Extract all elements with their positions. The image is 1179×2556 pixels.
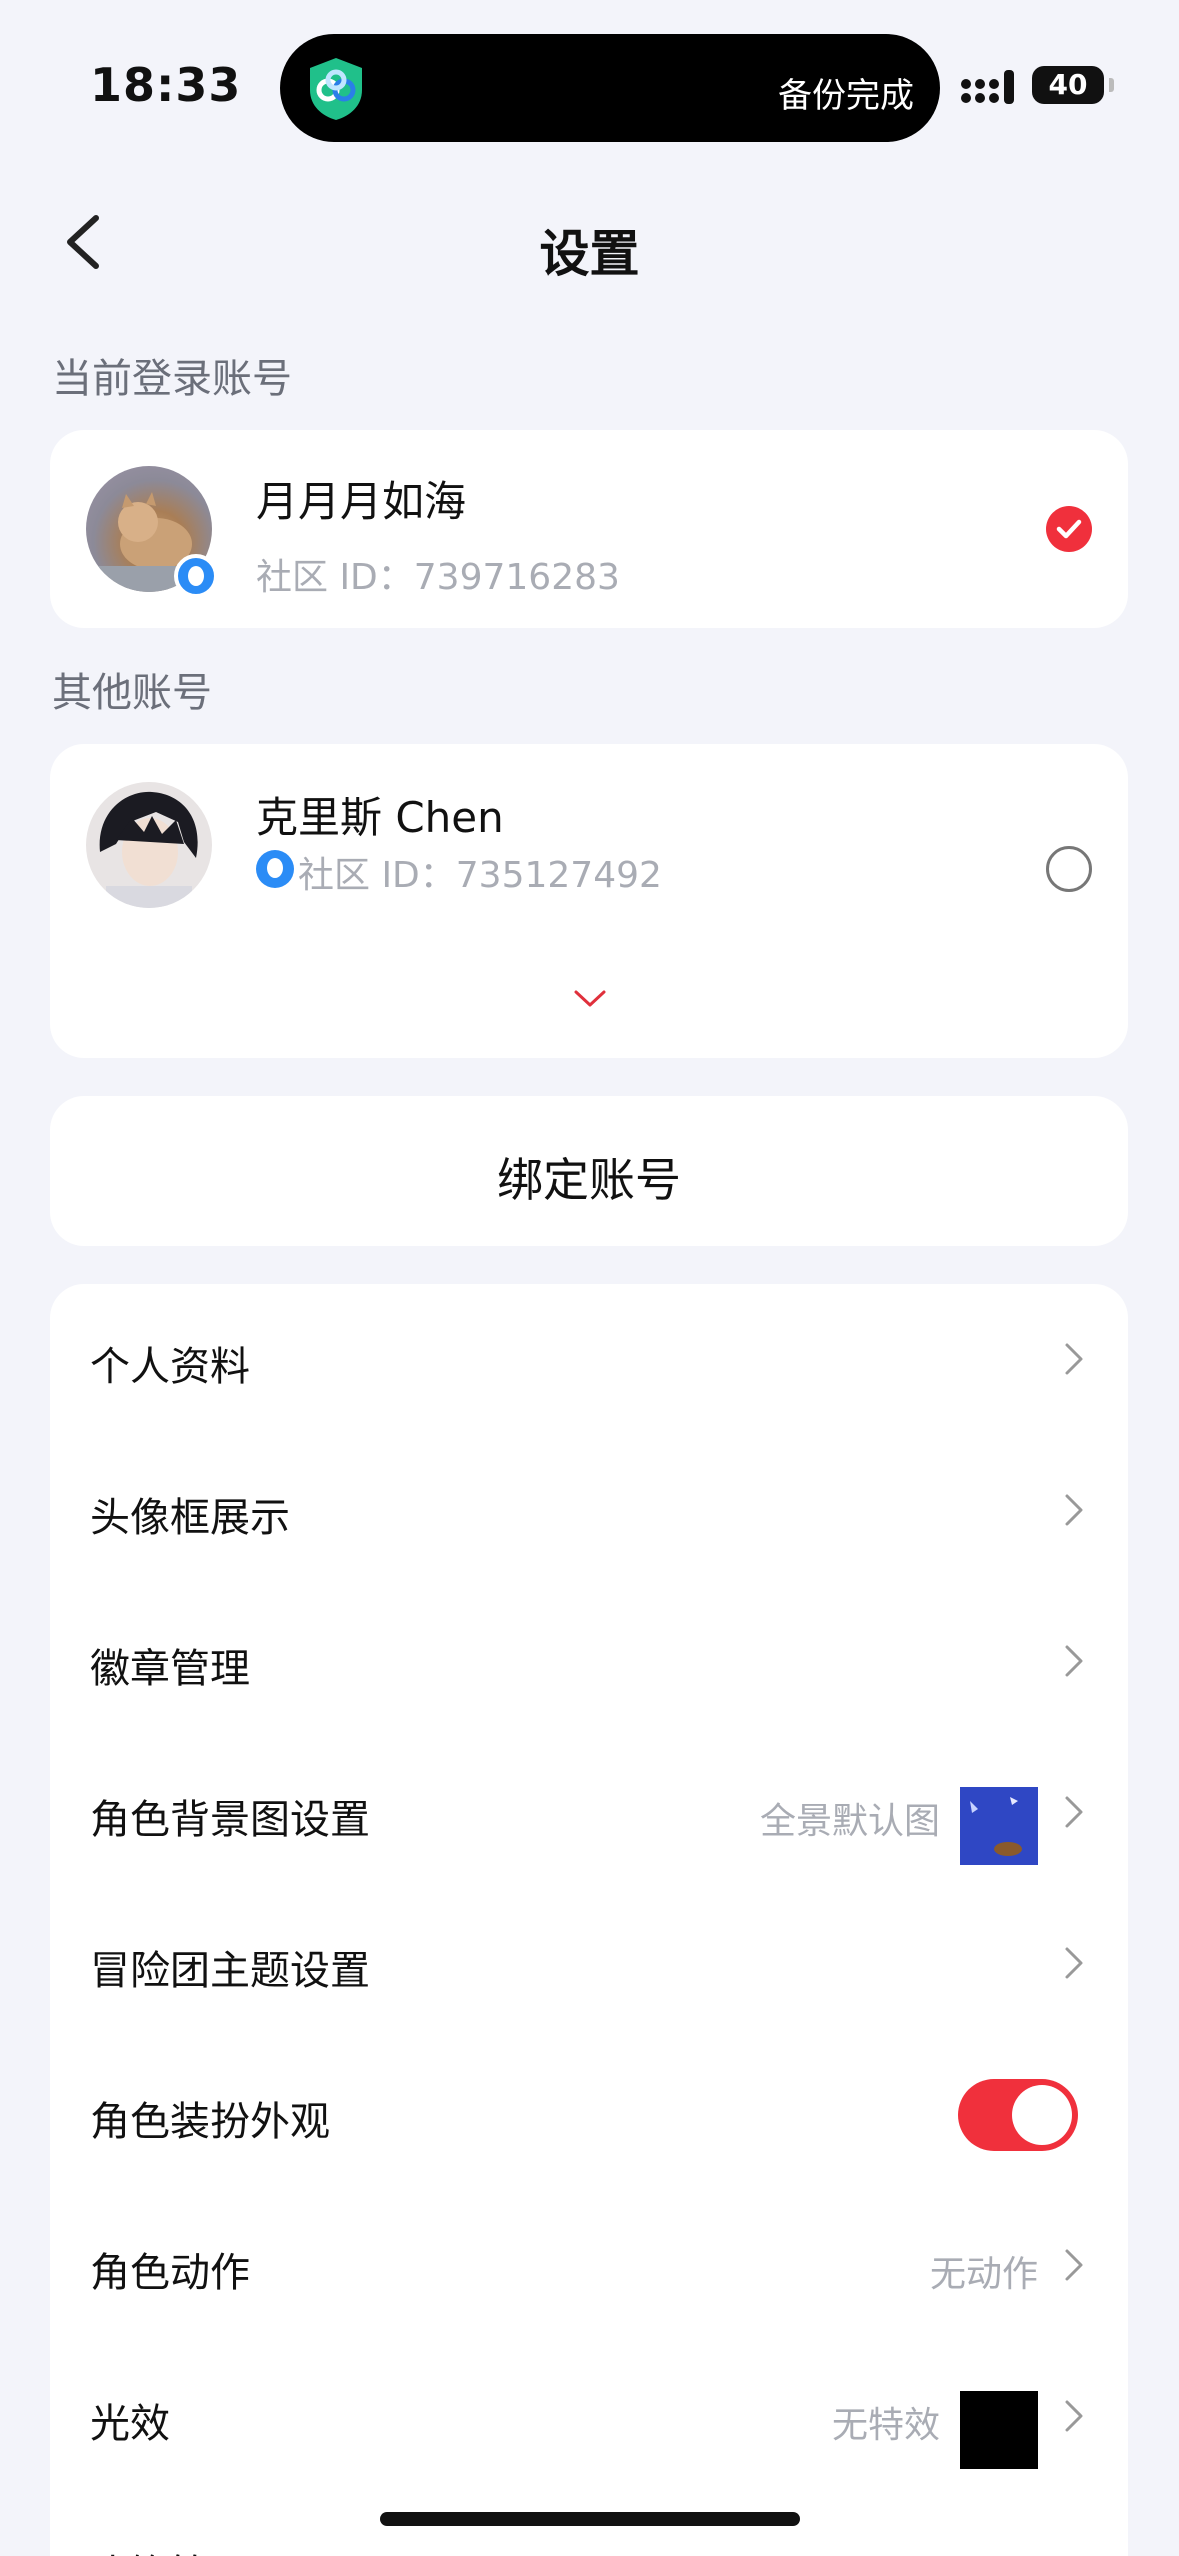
chevron-right-icon xyxy=(1065,1947,1083,1979)
menu-item-value: 无特效 xyxy=(831,2405,940,2446)
background-thumbnail-image xyxy=(960,1787,1038,1865)
current-account-card[interactable]: 月月月如海 社区 ID：739716283 xyxy=(50,430,1128,628)
selected-check-icon[interactable] xyxy=(1046,506,1092,552)
menu-item-role-action[interactable]: 角色动作 无动作 xyxy=(50,2190,1128,2341)
chevron-right-icon xyxy=(1065,1494,1083,1526)
menu-item-label: 冒险团主题设置 xyxy=(90,1948,370,1994)
other-accounts-label: 其他账号 xyxy=(52,670,212,716)
shield-icon xyxy=(310,58,362,120)
home-indicator[interactable] xyxy=(380,2512,800,2526)
unselected-radio-icon[interactable] xyxy=(1046,846,1092,892)
other-account-name[interactable]: 克里斯 Chen xyxy=(256,784,504,845)
dynamic-island[interactable]: 备份完成 xyxy=(280,34,940,142)
chevron-right-icon xyxy=(1065,2249,1083,2281)
status-time: 18:33 xyxy=(90,58,242,112)
chevron-right-icon xyxy=(1065,2400,1083,2432)
anime-avatar-image xyxy=(99,791,198,908)
menu-item-role-background[interactable]: 角色背景图设置 全景默认图 xyxy=(50,1737,1128,1888)
other-accounts-card: 克里斯 Chen 社区 ID：735127492 xyxy=(50,744,1128,1058)
avatar xyxy=(86,782,212,908)
menu-item-label: 个人资料 xyxy=(90,1344,250,1390)
battery-indicator: 40 xyxy=(1032,66,1114,104)
current-account-label: 当前登录账号 xyxy=(52,356,292,402)
menu-item-role-appearance: 角色装扮外观 xyxy=(50,2039,1128,2190)
navigation-bar: 设置 xyxy=(0,190,1179,300)
current-account-name: 月月月如海 xyxy=(256,477,467,526)
chevron-down-icon[interactable] xyxy=(573,988,607,1010)
menu-item-label: 头饰管理 xyxy=(90,2542,250,2556)
chevron-right-icon xyxy=(1065,1645,1083,1677)
chevron-right-icon xyxy=(1065,1343,1083,1375)
menu-item-label: 光效 xyxy=(90,2401,170,2447)
menu-item-light-effect[interactable]: 光效 无特效 xyxy=(50,2341,1128,2492)
island-status-text: 备份完成 xyxy=(778,76,914,116)
menu-item-value: 无动作 xyxy=(929,2254,1038,2295)
toggle-knob xyxy=(1012,2085,1072,2145)
menu-item-avatar-frame[interactable]: 头像框展示 xyxy=(50,1435,1128,1586)
menu-item-label: 徽章管理 xyxy=(90,1646,250,1692)
menu-item-label: 角色动作 xyxy=(90,2250,250,2296)
settings-menu-card: 个人资料 头像框展示 徽章管理 角色背景图设置 全景默认图 冒险团主题设置 角色… xyxy=(50,1284,1128,2556)
bind-account-button[interactable]: 绑定账号 xyxy=(50,1096,1128,1246)
qq-icon xyxy=(256,850,294,888)
menu-item-label: 角色装扮外观 xyxy=(90,2099,330,2145)
status-bar: 18:33 备份完成 40 xyxy=(0,0,1179,170)
page-title: 设置 xyxy=(539,225,640,283)
menu-item-badges[interactable]: 徽章管理 xyxy=(50,1586,1128,1737)
appearance-toggle[interactable] xyxy=(958,2079,1078,2151)
bind-account-label: 绑定账号 xyxy=(497,1153,681,1207)
other-account-id: 社区 ID：735127492 xyxy=(298,855,662,896)
menu-item-value: 全景默认图 xyxy=(759,1801,940,1842)
menu-item-adventure-theme[interactable]: 冒险团主题设置 xyxy=(50,1888,1128,2039)
signal-icon xyxy=(961,70,1014,104)
menu-item-profile[interactable]: 个人资料 xyxy=(50,1284,1128,1435)
menu-item-label: 角色背景图设置 xyxy=(90,1797,370,1843)
qq-badge-icon xyxy=(174,554,218,598)
current-account-id: 社区 ID：739716283 xyxy=(256,557,620,598)
effect-thumbnail-image xyxy=(960,2391,1038,2469)
chevron-right-icon xyxy=(1065,1796,1083,1828)
menu-item-label: 头像框展示 xyxy=(90,1495,290,1541)
